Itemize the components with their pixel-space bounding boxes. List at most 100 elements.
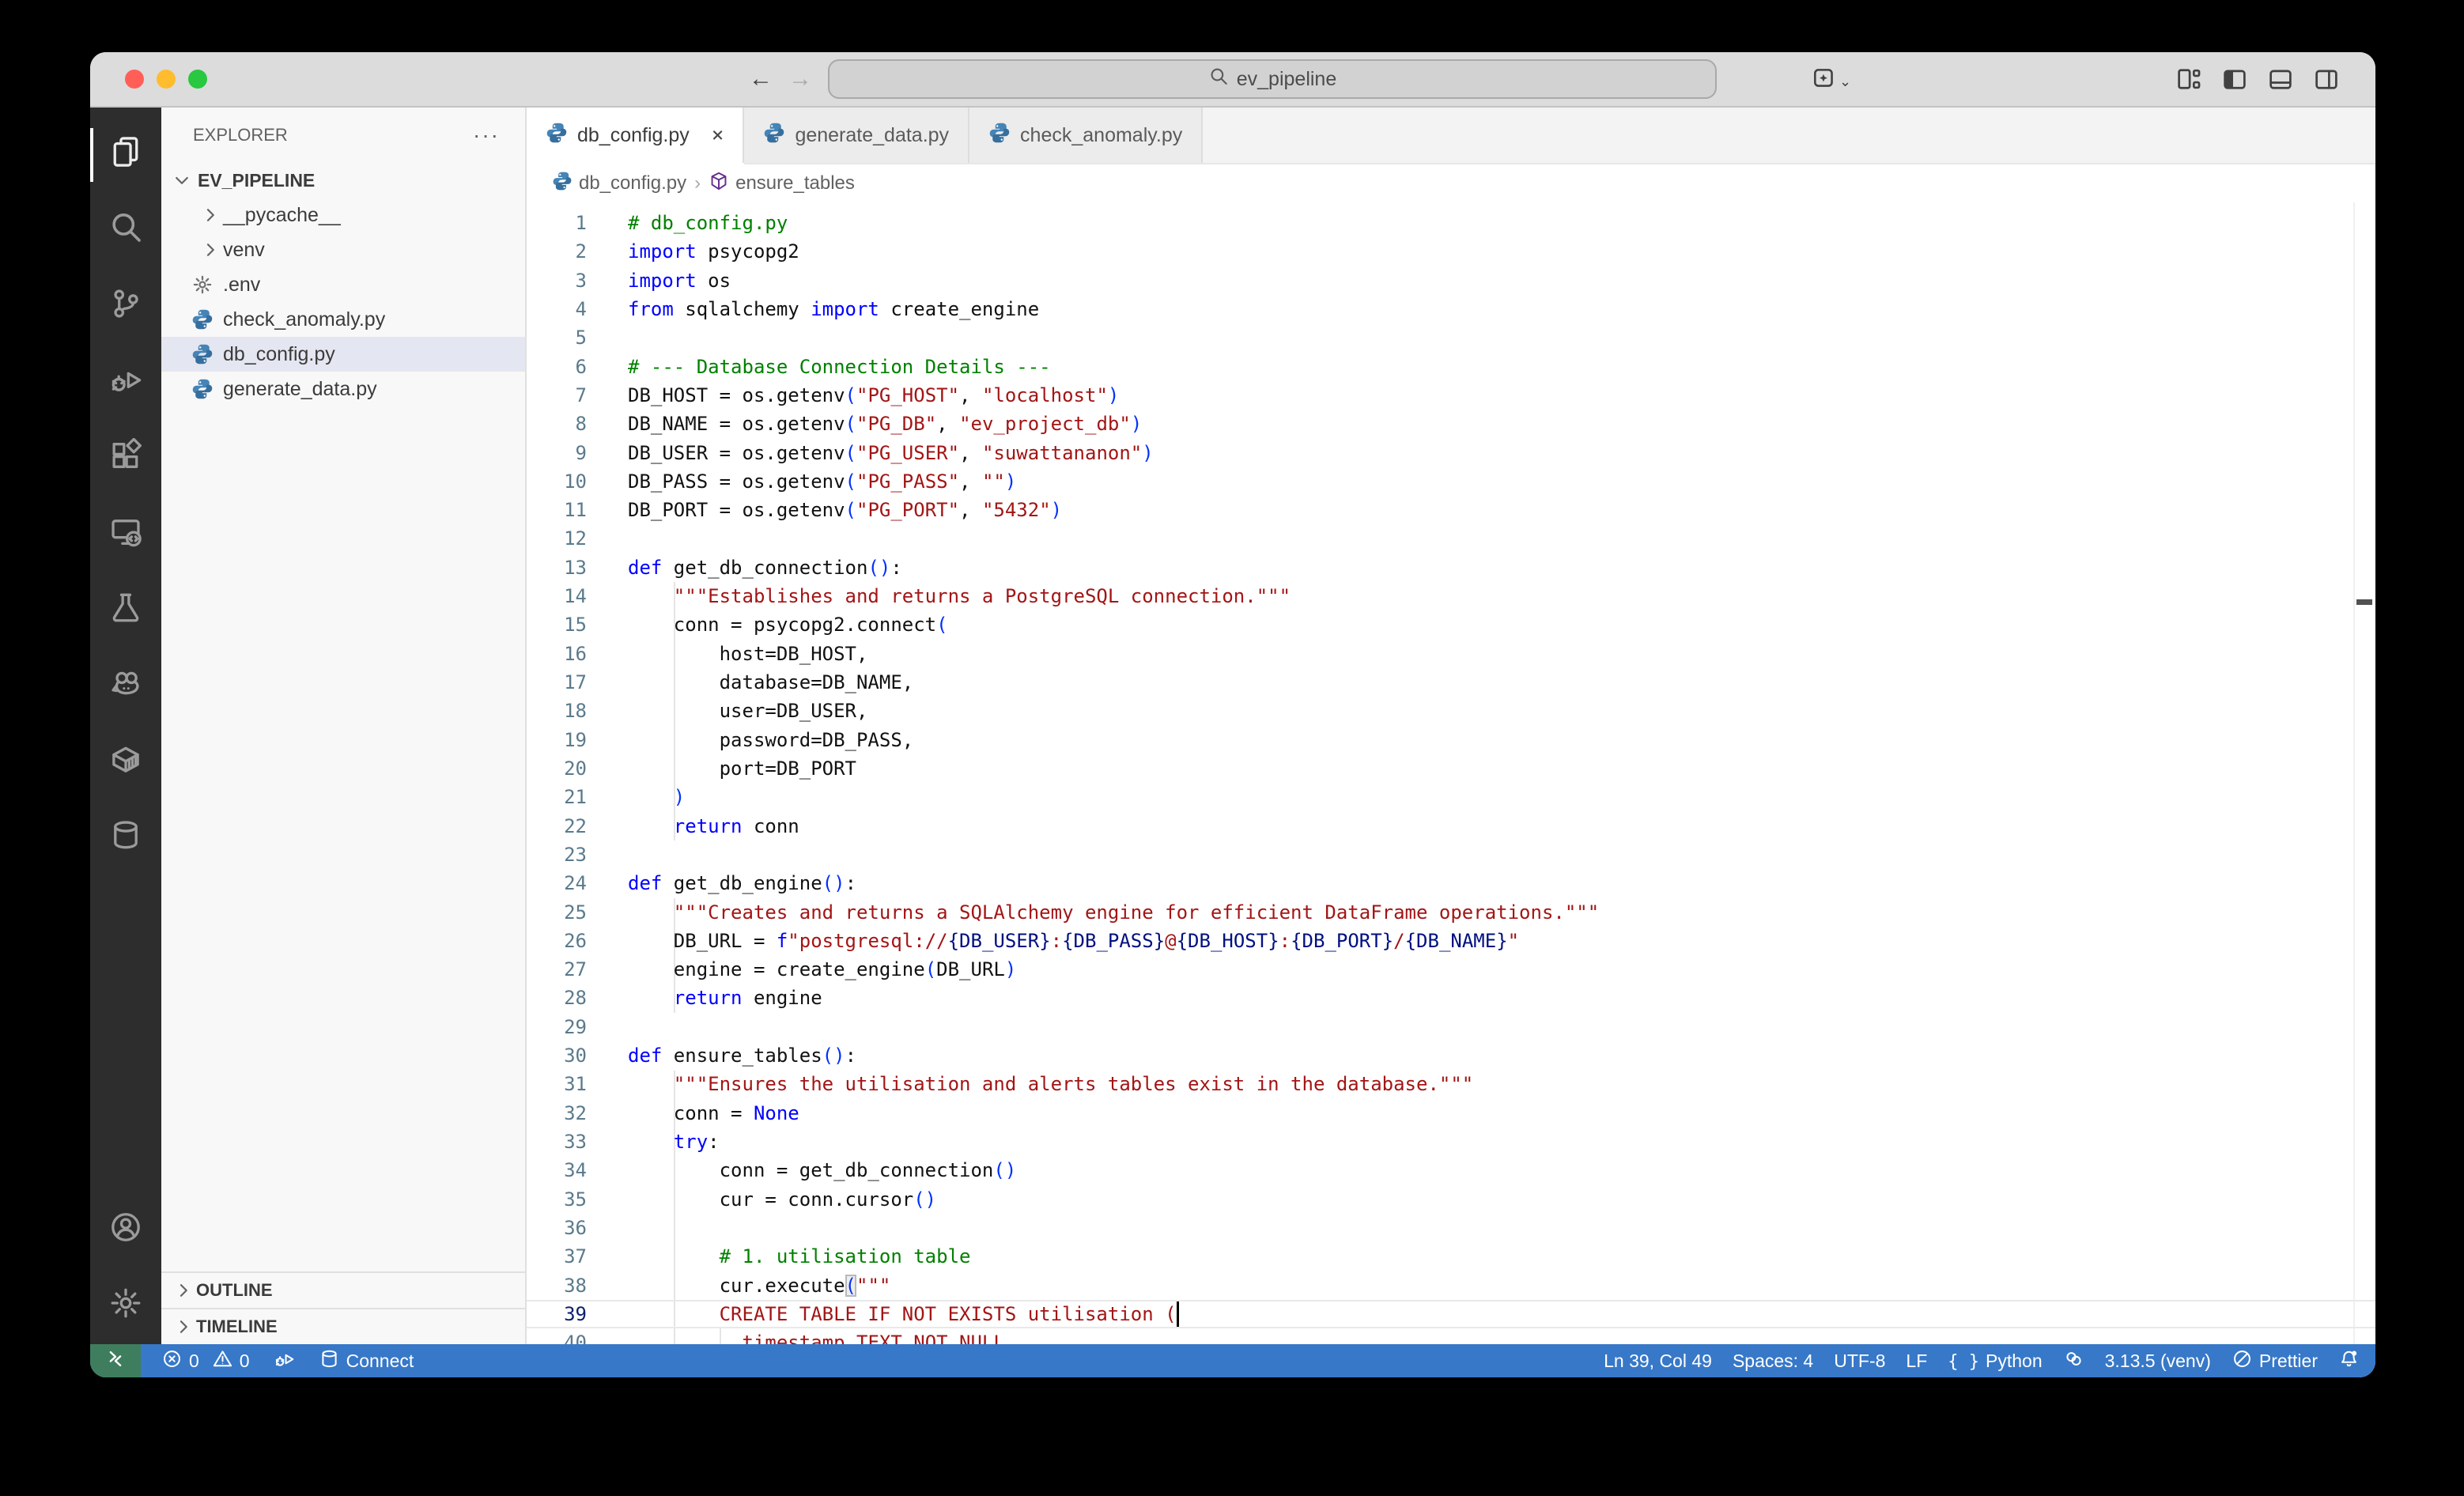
status-item-formatter[interactable]: Prettier: [2232, 1348, 2318, 1374]
status-item-eol[interactable]: LF: [1906, 1351, 1927, 1372]
customize-layout-icon[interactable]: [2175, 65, 2203, 100]
code-line-25[interactable]: 25 """Creates and returns a SQLAlchemy e…: [527, 898, 2375, 927]
activity-bar-item-containers[interactable]: [90, 724, 161, 800]
tab-check_anomaly.py[interactable]: check_anomaly.py: [969, 108, 1204, 163]
toggle-primary-sidebar-icon[interactable]: [2220, 65, 2249, 100]
code-line-6[interactable]: 6 # --- Database Connection Details ---: [527, 353, 2375, 381]
zoom-window-button[interactable]: [188, 70, 207, 89]
code-line-14[interactable]: 14 """Establishes and returns a PostgreS…: [527, 582, 2375, 610]
line-number: 26: [564, 929, 587, 952]
timeline-section[interactable]: TIMELINE: [161, 1308, 525, 1344]
activity-bar-item-testing[interactable]: [90, 572, 161, 648]
breadcrumb-item-ensure_tables[interactable]: ensure_tables: [709, 171, 855, 197]
activity-bar-item-explorer[interactable]: [90, 117, 161, 193]
code-line-1[interactable]: 1 # db_config.py: [527, 209, 2375, 237]
command-center-search[interactable]: ev_pipeline: [828, 59, 1717, 99]
code-line-20[interactable]: 20 port=DB_PORT: [527, 754, 2375, 783]
code-line-32[interactable]: 32 conn = None: [527, 1099, 2375, 1128]
activity-bar-item-remote-explorer[interactable]: [90, 497, 161, 572]
code-line-36[interactable]: 36: [527, 1214, 2375, 1242]
code-line-4[interactable]: 4 from sqlalchemy import create_engine: [527, 295, 2375, 323]
status-item-notifications[interactable]: [2338, 1348, 2360, 1374]
code-line-39[interactable]: 39 CREATE TABLE IF NOT EXISTS utilisatio…: [527, 1300, 2375, 1328]
tab-db_config.py[interactable]: db_config.py ×: [527, 108, 745, 163]
code-line-18[interactable]: 18 user=DB_USER,: [527, 697, 2375, 725]
status-item-python-version[interactable]: 3.13.5 (venv): [2105, 1351, 2211, 1372]
code-line-21[interactable]: 21 ): [527, 783, 2375, 811]
status-item-db-connect[interactable]: Connect: [319, 1348, 414, 1374]
code-line-5[interactable]: 5: [527, 323, 2375, 352]
status-item-python-env[interactable]: [2063, 1348, 2084, 1374]
code-line-19[interactable]: 19 password=DB_PASS,: [527, 726, 2375, 754]
code-line-22[interactable]: 22 return conn: [527, 812, 2375, 841]
code-line-40[interactable]: 40 timestamp TEXT NOT NULL,: [527, 1328, 2375, 1344]
activity-bar-item-source-control[interactable]: [90, 269, 161, 345]
copilot-chat-button[interactable]: ⌄: [1811, 65, 1851, 98]
tab-generate_data.py[interactable]: generate_data.py: [744, 108, 970, 163]
status-bar: 0 0 Connect Ln 39, Col 49 Spaces: 4 UTF-8 LF {…: [90, 1344, 2375, 1377]
code-line-8[interactable]: 8 DB_NAME = os.getenv("PG_DB", "ev_projec…: [527, 410, 2375, 438]
activity-bar-item-accounts[interactable]: [90, 1192, 161, 1268]
activity-bar-item-settings[interactable]: [90, 1268, 161, 1344]
code-line-12[interactable]: 12: [527, 524, 2375, 553]
minimize-window-button[interactable]: [157, 70, 176, 89]
code-line-35[interactable]: 35 cur = conn.cursor(): [527, 1185, 2375, 1214]
code-line-38[interactable]: 38 cur.execute(""": [527, 1271, 2375, 1300]
status-item-debug[interactable]: [274, 1348, 295, 1374]
breadcrumb-item-db_config.py[interactable]: db_config.py: [552, 171, 686, 197]
line-text: timestamp TEXT NOT NULL,: [628, 1328, 1017, 1344]
activity-bar-item-copilot[interactable]: [90, 648, 161, 724]
toggle-secondary-sidebar-icon[interactable]: [2312, 65, 2341, 100]
status-item-indentation[interactable]: Spaces: 4: [1733, 1351, 1813, 1372]
file-row-check_anomaly.py[interactable]: check_anomaly.py: [161, 302, 525, 337]
code-line-9[interactable]: 9 DB_USER = os.getenv("PG_USER", "suwatta…: [527, 439, 2375, 467]
gear-icon: [190, 274, 215, 296]
code-line-24[interactable]: 24 def get_db_engine():: [527, 869, 2375, 897]
code-token: :: [890, 556, 902, 579]
code-line-29[interactable]: 29: [527, 1013, 2375, 1041]
line-text: user=DB_USER,: [628, 697, 868, 725]
code-line-34[interactable]: 34 conn = get_db_connection(): [527, 1156, 2375, 1184]
file-row-generate_data.py[interactable]: generate_data.py: [161, 372, 525, 406]
code-line-7[interactable]: 7 DB_HOST = os.getenv("PG_HOST", "localho…: [527, 381, 2375, 410]
activity-bar-item-database[interactable]: [90, 800, 161, 876]
status-item-cursor-position[interactable]: Ln 39, Col 49: [1604, 1351, 1712, 1372]
breadcrumb-label: db_config.py: [579, 172, 687, 194]
status-item-problems[interactable]: 00: [161, 1348, 250, 1374]
tab-close-icon[interactable]: ×: [712, 123, 724, 147]
close-window-button[interactable]: [125, 70, 144, 89]
explorer-more-actions-icon[interactable]: ···: [473, 123, 500, 148]
code-line-33[interactable]: 33 try:: [527, 1128, 2375, 1156]
code-line-31[interactable]: 31 """Ensures the utilisation and alerts…: [527, 1070, 2375, 1098]
code-line-26[interactable]: 26 DB_URL = f"postgresql://{DB_USER}:{DB…: [527, 927, 2375, 955]
code-line-30[interactable]: 30 def ensure_tables():: [527, 1041, 2375, 1070]
code-line-28[interactable]: 28 return engine: [527, 984, 2375, 1012]
file-row-.env[interactable]: .env: [161, 267, 525, 302]
code-line-13[interactable]: 13 def get_db_connection():: [527, 553, 2375, 582]
code-line-3[interactable]: 3 import os: [527, 266, 2375, 295]
navigate-forward-icon[interactable]: →: [788, 67, 812, 91]
activity-bar-item-extensions[interactable]: [90, 421, 161, 497]
outline-section[interactable]: OUTLINE: [161, 1271, 525, 1308]
status-item-encoding[interactable]: UTF-8: [1834, 1351, 1885, 1372]
activity-bar-item-search[interactable]: [90, 193, 161, 269]
code-line-11[interactable]: 11 DB_PORT = os.getenv("PG_PORT", "5432"): [527, 496, 2375, 524]
status-item-language-mode[interactable]: { } Python: [1948, 1351, 2042, 1372]
code-line-37[interactable]: 37 # 1. utilisation table: [527, 1242, 2375, 1271]
tree-root-EV_PIPELINE[interactable]: EV_PIPELINE: [161, 163, 525, 198]
code-line-15[interactable]: 15 conn = psycopg2.connect(: [527, 610, 2375, 639]
code-line-2[interactable]: 2 import psycopg2: [527, 237, 2375, 266]
code-editor[interactable]: 1 # db_config.py 2 import psycopg2 3 import o…: [527, 202, 2375, 1344]
file-row-db_config.py[interactable]: db_config.py: [161, 337, 525, 372]
file-row-__pycache__[interactable]: __pycache__: [161, 198, 525, 232]
code-line-23[interactable]: 23: [527, 841, 2375, 869]
toggle-panel-icon[interactable]: [2266, 65, 2295, 100]
code-line-10[interactable]: 10 DB_PASS = os.getenv("PG_PASS", ""): [527, 467, 2375, 496]
navigate-back-icon[interactable]: ←: [749, 67, 773, 91]
activity-bar-item-run-debug[interactable]: [90, 345, 161, 421]
code-line-27[interactable]: 27 engine = create_engine(DB_URL): [527, 955, 2375, 984]
file-row-venv[interactable]: venv: [161, 232, 525, 267]
remote-indicator[interactable]: [90, 1344, 141, 1377]
code-line-17[interactable]: 17 database=DB_NAME,: [527, 668, 2375, 697]
code-line-16[interactable]: 16 host=DB_HOST,: [527, 640, 2375, 668]
